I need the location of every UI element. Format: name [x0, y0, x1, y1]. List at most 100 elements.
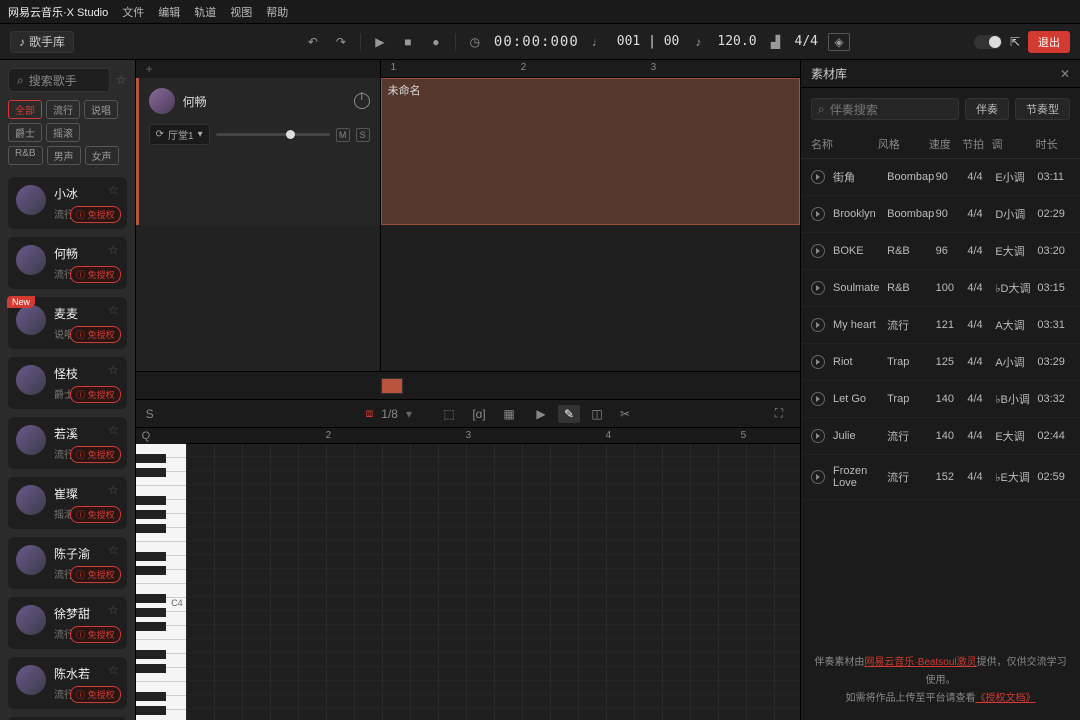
singer-card[interactable]: 麦麦说唱 | 中性☆ⓘ 免授权	[8, 297, 127, 349]
singer-search[interactable]: ⌕ 搜索歌手	[8, 68, 110, 92]
library-row[interactable]: BrooklynBoombap904/4D小调02:29	[801, 196, 1080, 233]
piano-black-key[interactable]	[136, 552, 166, 561]
library-row[interactable]: Let GoTrap1404/4♭B小调03:32	[801, 381, 1080, 418]
library-row[interactable]: BOKER&B964/4E大调03:20	[801, 233, 1080, 270]
piano-keyboard[interactable]: Q C4	[136, 428, 186, 720]
tool-text-icon[interactable]: [ɑ]	[468, 405, 490, 423]
filter-tag[interactable]: 流行	[46, 100, 80, 119]
minimap-clip[interactable]	[381, 378, 403, 394]
library-search[interactable]: ⌕ 伴奏搜索	[811, 98, 959, 120]
filter-tag[interactable]: 全部	[8, 100, 42, 119]
cut-tool-icon[interactable]: ✂	[614, 405, 636, 423]
piano-black-key[interactable]	[136, 608, 166, 617]
play-icon[interactable]: ▶	[371, 33, 389, 51]
time-signature[interactable]: 4/4	[795, 34, 818, 49]
bpm[interactable]: 120.0	[717, 34, 756, 49]
filter-tag[interactable]: R&B	[8, 146, 43, 165]
record-icon[interactable]: ●	[427, 33, 445, 51]
star-icon[interactable]: ☆	[108, 603, 119, 617]
star-icon[interactable]: ☆	[108, 483, 119, 497]
menu-file[interactable]: 文件	[122, 4, 144, 20]
filter-tag[interactable]: 摇滚	[46, 123, 80, 142]
singer-card[interactable]: 若溪流行 | 文艺☆ⓘ 免授权	[8, 417, 127, 469]
piano-black-key[interactable]	[136, 468, 166, 477]
star-icon[interactable]: ☆	[108, 663, 119, 677]
close-icon[interactable]: ✕	[1060, 67, 1070, 81]
play-tool-icon[interactable]: ▶	[530, 405, 552, 423]
library-row[interactable]: My heart流行1214/4A大调03:31	[801, 307, 1080, 344]
preview-play-icon[interactable]	[811, 281, 825, 295]
star-icon[interactable]: ☆	[108, 423, 119, 437]
preview-play-icon[interactable]	[811, 244, 825, 258]
piano-black-key[interactable]	[136, 692, 166, 701]
piano-black-key[interactable]	[136, 496, 166, 505]
singer-card[interactable]: 陈子渝流行 | 温暖☆ⓘ 免授权	[8, 537, 127, 589]
star-icon[interactable]: ☆	[108, 183, 119, 197]
preview-play-icon[interactable]	[811, 355, 825, 369]
volume-slider[interactable]	[216, 133, 330, 136]
preview-play-icon[interactable]	[811, 170, 825, 184]
star-filter-icon[interactable]: ☆	[116, 73, 127, 87]
erase-tool-icon[interactable]: ◫	[586, 405, 608, 423]
magnet-icon[interactable]: ⧈	[366, 406, 374, 421]
singer-card[interactable]: 徐梦甜流行 | 抒情☆ⓘ 免授权	[8, 597, 127, 649]
toggle-switch[interactable]	[974, 35, 1002, 49]
expand-icon[interactable]: ⛶	[768, 405, 790, 423]
filter-tag[interactable]: 男声	[47, 146, 81, 165]
preview-play-icon[interactable]	[811, 429, 825, 443]
piano-black-key[interactable]	[136, 454, 166, 463]
menu-help[interactable]: 帮助	[266, 4, 288, 20]
menu-edit[interactable]: 编辑	[158, 4, 180, 20]
singer-card[interactable]: 崔璨摇滚 | 烟嗓☆ⓘ 免授权	[8, 477, 127, 529]
preset-select[interactable]: ⟳ 厅堂1 ▾	[149, 124, 210, 145]
snap-value[interactable]: 1/8	[381, 407, 398, 421]
track-header[interactable]: 何畅 ⟳ 厅堂1 ▾ M S	[136, 78, 381, 225]
piano-black-key[interactable]	[136, 524, 166, 533]
preview-play-icon[interactable]	[811, 207, 825, 221]
grid-ruler[interactable]: 2 3 4 5	[186, 428, 800, 444]
tab-rhythm[interactable]: 节奏型	[1015, 98, 1070, 120]
piano-roll-grid[interactable]: 2 3 4 5	[186, 428, 800, 720]
beatsoul-link[interactable]: 网易云音乐·Beatsoul激灵	[864, 657, 976, 668]
singer-library-button[interactable]: ♪ 歌手库	[10, 31, 74, 53]
piano-black-key[interactable]	[136, 664, 166, 673]
star-icon[interactable]: ☆	[108, 363, 119, 377]
minimap[interactable]	[136, 371, 800, 399]
library-row[interactable]: Julie流行1404/4E大调02:44	[801, 418, 1080, 455]
bars-beats[interactable]: 001 | 00	[617, 34, 680, 49]
snap-chevron-icon[interactable]: ▾	[406, 407, 412, 421]
tool-select-icon[interactable]: ⬚	[438, 405, 460, 423]
loop-icon[interactable]: ◈	[828, 33, 850, 51]
piano-black-key[interactable]	[136, 650, 166, 659]
preview-play-icon[interactable]	[811, 470, 825, 484]
metronome-icon[interactable]: ▟	[767, 33, 785, 51]
library-row[interactable]: Frozen Love流行1524/4♭E大调02:59	[801, 455, 1080, 500]
singer-card[interactable]: 小冰流行 | 可爱☆ⓘ 免授权	[8, 177, 127, 229]
singer-card[interactable]: 陈水若流行 | 悠扬☆ⓘ 免授权	[8, 657, 127, 709]
undo-icon[interactable]: ↶	[304, 33, 322, 51]
filter-tag[interactable]: 女声	[85, 146, 119, 165]
export-icon[interactable]: ⇱	[1010, 35, 1020, 49]
filter-tag[interactable]: 爵士	[8, 123, 42, 142]
library-row[interactable]: RiotTrap1254/4A小调03:29	[801, 344, 1080, 381]
piano-black-key[interactable]	[136, 622, 166, 631]
piano-black-key[interactable]	[136, 706, 166, 715]
menu-view[interactable]: 视图	[230, 4, 252, 20]
singer-card[interactable]: 何畅流行 | 温暖☆ⓘ 免授权	[8, 237, 127, 289]
piano-black-key[interactable]	[136, 510, 166, 519]
exit-button[interactable]: 退出	[1028, 31, 1070, 53]
stop-icon[interactable]: ■	[399, 33, 417, 51]
preview-play-icon[interactable]	[811, 318, 825, 332]
tool-grid-icon[interactable]: ▦	[498, 405, 520, 423]
audio-clip[interactable]: 未命名	[381, 78, 800, 225]
tab-accompaniment[interactable]: 伴奏	[965, 98, 1009, 120]
filter-tag[interactable]: 说唱	[84, 100, 118, 119]
preview-play-icon[interactable]	[811, 392, 825, 406]
piano-black-key[interactable]	[136, 594, 166, 603]
menu-track[interactable]: 轨道	[194, 4, 216, 20]
library-row[interactable]: SoulmateR&B1004/4♭D大调03:15	[801, 270, 1080, 307]
redo-icon[interactable]: ↷	[332, 33, 350, 51]
star-icon[interactable]: ☆	[108, 243, 119, 257]
track-lane[interactable]: 未命名	[381, 78, 800, 225]
singer-card[interactable]: 怪枝爵士 | 磁性☆ⓘ 免授权	[8, 357, 127, 409]
